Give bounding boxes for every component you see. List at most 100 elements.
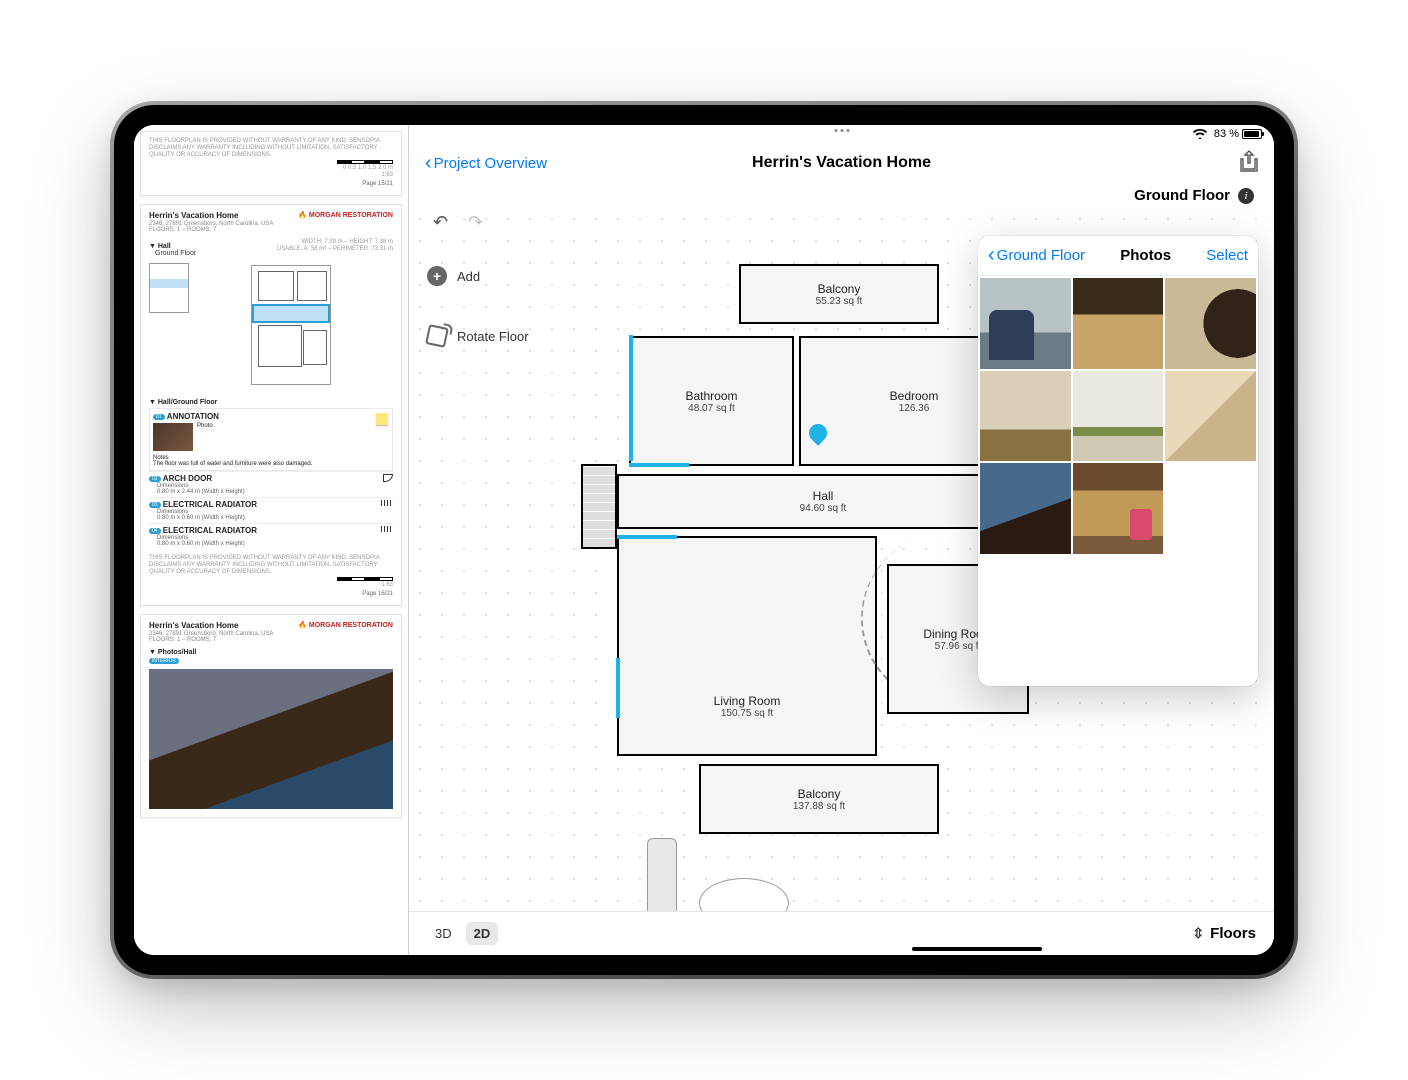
- undo-button[interactable]: ↶: [433, 212, 448, 233]
- annotation-block[interactable]: 01 ANNOTATION Photo Notes The floor was …: [149, 408, 393, 471]
- redo-button[interactable]: ↷: [468, 212, 483, 233]
- scale-bar: [337, 160, 393, 164]
- share-button[interactable]: [1240, 150, 1258, 177]
- view-toggle: 3D 2D: [427, 922, 498, 945]
- room-area: 126.36: [899, 403, 930, 414]
- floor-header: Ground Floor i: [409, 183, 1274, 208]
- item-label: ELECTRICAL RADIATOR: [163, 500, 257, 509]
- photo-thumb[interactable]: [1165, 371, 1256, 462]
- room-hall-selected[interactable]: 📝 Hall 94.60 sq ft: [617, 474, 1029, 529]
- status-bar: 83 %: [409, 125, 1274, 143]
- room-area: 48.07 sq ft: [688, 403, 735, 414]
- popover-back-button[interactable]: ‹ Ground Floor: [988, 244, 1085, 267]
- photo-grid: [978, 276, 1258, 686]
- photo-thumb[interactable]: [1073, 371, 1164, 462]
- page-ratio: 1:63: [337, 582, 393, 589]
- badge-02: 02: [149, 476, 161, 482]
- annotation-photo-thumb: [153, 423, 193, 451]
- back-label: Project Overview: [434, 155, 547, 172]
- wifi-icon: [1192, 127, 1208, 142]
- current-floor-label: Ground Floor: [1134, 187, 1230, 204]
- badge-03: 03: [149, 502, 161, 508]
- hall-photo-large: [149, 669, 393, 809]
- room-balcony-top[interactable]: Balcony 55.23 sq ft: [739, 264, 939, 324]
- hall-heading: ▼ Hall: [149, 243, 196, 250]
- furniture-sofa[interactable]: [647, 838, 677, 911]
- report-floors-meta: FLOORS: 1 – ROOMS: 7: [149, 227, 393, 233]
- room-name: Bedroom: [890, 389, 939, 403]
- popover-header: ‹ Ground Floor Photos Select: [978, 236, 1258, 276]
- back-button[interactable]: ‹ Project Overview: [425, 152, 547, 175]
- room-living[interactable]: Living Room 150.75 sq ft: [617, 536, 877, 756]
- scale-bar: [337, 577, 393, 581]
- nav-bar: ‹ Project Overview Herrin's Vacation Hom…: [409, 143, 1274, 183]
- item-label: ELECTRICAL RADIATOR: [163, 526, 257, 535]
- chevron-left-icon: ‹: [425, 152, 432, 175]
- report-floors-meta: FLOORS: 1 – ROOMS: 7: [149, 637, 393, 643]
- notes-text: The floor was full of water and furnitur…: [153, 461, 389, 467]
- badge-04: 04: [149, 528, 161, 534]
- floor-name-label: Ground Floor: [155, 250, 196, 257]
- report-page-14[interactable]: THIS FLOORPLAN IS PROVIDED WITHOUT WARRA…: [140, 131, 402, 196]
- photo-thumb[interactable]: [1073, 463, 1164, 554]
- photo-thumb[interactable]: [980, 278, 1071, 369]
- report-item-radiator-2[interactable]: 04 ELECTRICAL RADIATOR Dimensions0.80 m …: [149, 523, 393, 549]
- add-label: Add: [457, 269, 480, 284]
- ipad-frame: THIS FLOORPLAN IS PROVIDED WITHOUT WARRA…: [114, 105, 1294, 975]
- room-area: 94.60 sq ft: [800, 503, 847, 514]
- room-name: Bathroom: [685, 389, 737, 403]
- toggle-3d[interactable]: 3D: [427, 922, 460, 945]
- selector-icon: ⇳: [1192, 925, 1204, 942]
- report-item-radiator-1[interactable]: 03 ELECTRICAL RADIATOR Dimensions0.80 m …: [149, 497, 393, 523]
- plus-icon: +: [427, 266, 447, 286]
- home-indicator[interactable]: [912, 947, 1042, 951]
- dims-line2: USABLE. A. 58 m² – PERIMETER: 73.31 m: [277, 246, 393, 253]
- rotate-floor-button[interactable]: Rotate Floor: [427, 326, 529, 346]
- disclaimer-text: THIS FLOORPLAN IS PROVIDED WITHOUT WARRA…: [149, 555, 393, 577]
- photo-thumb[interactable]: [1165, 278, 1256, 369]
- stairs[interactable]: [581, 464, 617, 549]
- room-bathroom[interactable]: Bathroom 48.07 sq ft: [629, 336, 794, 466]
- sticky-note-icon: [376, 413, 388, 425]
- battery-percent: 83 %: [1214, 128, 1239, 140]
- battery-icon: [1242, 129, 1262, 139]
- page-number: Page 16/21: [337, 591, 393, 597]
- report-item-arch-door[interactable]: 02 ARCH DOOR Dimensions0.80 m x 2.44 m (…: [149, 471, 393, 497]
- room-balcony-bottom[interactable]: Balcony 137.88 sq ft: [699, 764, 939, 834]
- room-area: 150.75 sq ft: [721, 708, 773, 719]
- add-button[interactable]: + Add: [427, 266, 529, 286]
- floors-button[interactable]: ⇳ Floors: [1192, 925, 1256, 942]
- floors-label: Floors: [1210, 925, 1256, 942]
- popover-title: Photos: [1120, 247, 1171, 264]
- report-preview-sidebar[interactable]: THIS FLOORPLAN IS PROVIDED WITHOUT WARRA…: [134, 125, 409, 955]
- page-ratio: 1:63: [337, 172, 393, 179]
- main-canvas-area: 83 % ‹ Project Overview Herrin's Vacatio…: [409, 125, 1274, 955]
- report-page-hall[interactable]: 🔥 MORGAN RESTORATION Herrin's Vacation H…: [140, 204, 402, 606]
- report-page-photos-hall[interactable]: 🔥 MORGAN RESTORATION Herrin's Vacation H…: [140, 614, 402, 818]
- room-name: Balcony: [818, 282, 861, 296]
- hall-ground-heading: ▼ Hall/Ground Floor: [149, 399, 393, 406]
- annotation-photo-sub: Photo: [197, 423, 213, 451]
- brand-logo: 🔥 MORGAN RESTORATION: [298, 621, 393, 629]
- room-area: 55.23 sq ft: [816, 296, 863, 307]
- page-number: Page 15/21: [337, 181, 393, 187]
- radiator-icon: [381, 500, 393, 506]
- floorplan-canvas[interactable]: ↶ ↷ + Add Rotate Floor: [409, 208, 1274, 911]
- photo-thumb[interactable]: [1073, 278, 1164, 369]
- badge-01: 01: [153, 414, 165, 420]
- battery-indicator: 83 %: [1214, 128, 1262, 140]
- door-icon: [383, 474, 393, 482]
- photo-thumb[interactable]: [980, 371, 1071, 462]
- rotate-label: Rotate Floor: [457, 329, 529, 344]
- toggle-2d[interactable]: 2D: [466, 922, 499, 945]
- floorplan[interactable]: Balcony 55.23 sq ft Bathroom 48.07 sq ft…: [599, 264, 1039, 844]
- interior-badge: INTERIOR: [149, 658, 179, 664]
- brand-logo: 🔥 MORGAN RESTORATION: [298, 211, 393, 219]
- chevron-left-icon: ‹: [988, 244, 995, 267]
- select-button[interactable]: Select: [1206, 247, 1248, 264]
- dims-line1: WIDTH: 7.39 m – HEIGHT: 7.38 m: [277, 239, 393, 246]
- scale-labels: 0 0.5 1.0 1.5 2.0 m: [337, 165, 393, 172]
- photo-thumb[interactable]: [980, 463, 1071, 554]
- info-icon[interactable]: i: [1238, 188, 1254, 204]
- multitask-dots-icon[interactable]: [834, 129, 849, 132]
